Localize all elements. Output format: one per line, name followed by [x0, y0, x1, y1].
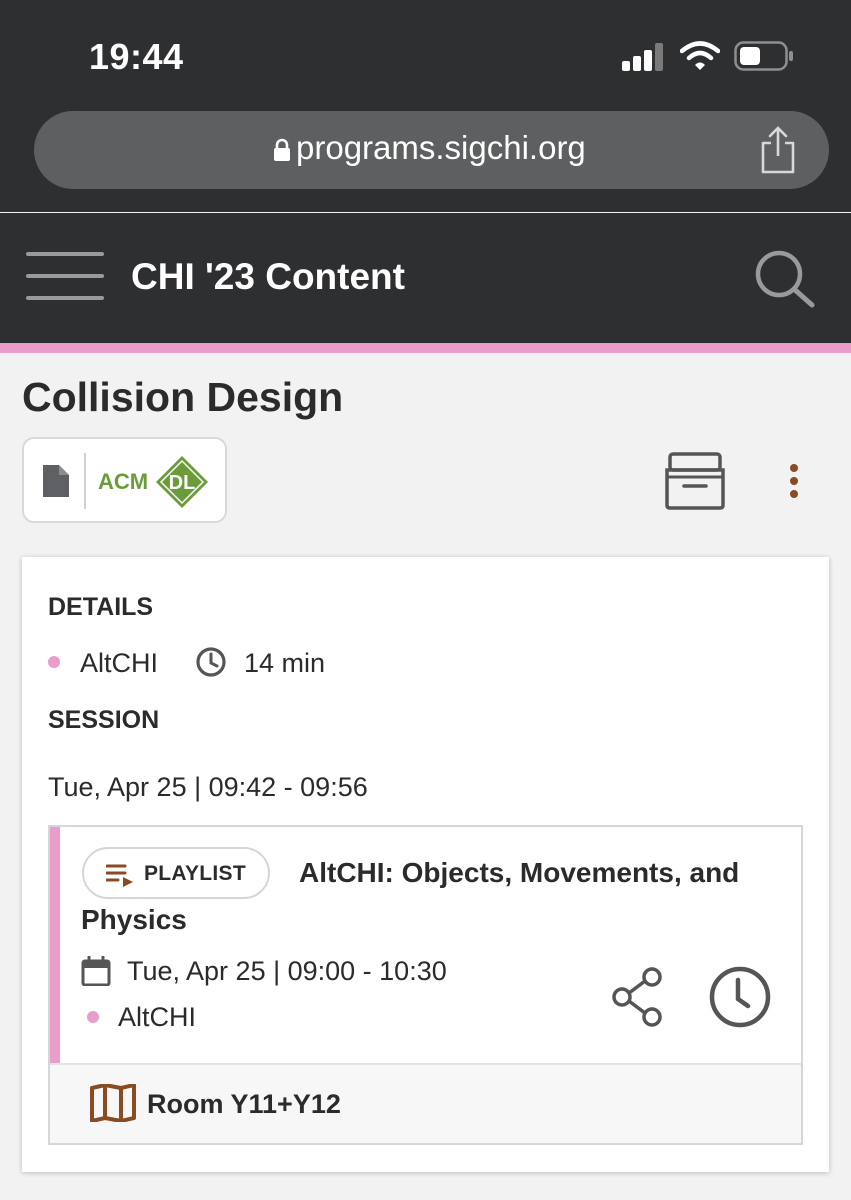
share-icon[interactable]	[758, 125, 798, 175]
session-track-dot	[87, 1011, 99, 1023]
details-heading: DETAILS	[48, 593, 154, 621]
status-time: 19:44	[89, 36, 184, 77]
track-label: AltCHI	[80, 648, 159, 678]
playlist-label: PLAYLIST	[144, 862, 246, 885]
url-bar[interactable]: programs.sigchi.org	[34, 111, 829, 189]
badge-divider	[84, 453, 86, 509]
cellular-signal-icon	[622, 43, 664, 71]
session-title-line1[interactable]: AltCHI: Objects, Movements, and	[299, 857, 739, 889]
battery-icon	[734, 41, 793, 71]
clock-icon	[196, 647, 226, 677]
session-track: AltCHI	[118, 1002, 197, 1032]
document-icon	[43, 465, 69, 497]
session-accent-bar	[50, 827, 60, 1063]
app-header	[0, 213, 851, 343]
room-bar[interactable]: Room Y11+Y12	[50, 1063, 801, 1143]
session-heading: SESSION	[48, 706, 160, 734]
map-icon	[90, 1084, 136, 1122]
duration-label: 14 min	[244, 648, 326, 678]
playlist-icon	[106, 864, 133, 887]
room-label: Room Y11+Y12	[147, 1089, 341, 1119]
playlist-badge[interactable]: PLAYLIST	[82, 847, 270, 899]
archive-icon[interactable]	[664, 450, 726, 510]
calendar-icon	[81, 956, 111, 986]
url-text[interactable]: programs.sigchi.org	[296, 129, 586, 167]
session-datetime: Tue, Apr 25 | 09:00 - 10:30	[127, 956, 447, 986]
header-accent-line	[0, 343, 851, 353]
search-icon[interactable]	[752, 248, 816, 308]
lock-icon	[274, 138, 290, 161]
wifi-icon	[680, 41, 720, 70]
session-title-line2[interactable]: Physics	[81, 904, 187, 936]
session-card[interactable]: PLAYLIST AltCHI: Objects, Movements, and…	[48, 825, 803, 1145]
hamburger-icon[interactable]	[26, 250, 104, 302]
dl-logo-icon: DL	[156, 456, 208, 508]
session-time: Tue, Apr 25 | 09:42 - 09:56	[48, 772, 368, 802]
details-card: DETAILS AltCHI 14 min SESSION Tue, Apr 2…	[22, 557, 829, 1172]
browser-chrome: 19:44 programs.sigchi.org	[0, 0, 851, 212]
dl-label: DL	[169, 472, 196, 494]
more-vertical-icon[interactable]	[780, 460, 808, 502]
page-title: Collision Design	[22, 374, 344, 420]
share-nodes-icon[interactable]	[610, 965, 666, 1029]
track-dot	[48, 656, 60, 668]
acm-label: ACM	[98, 469, 149, 494]
acm-dl-button[interactable]: ACM DL	[22, 437, 227, 523]
schedule-clock-icon[interactable]	[708, 965, 772, 1029]
app-title: CHI '23 Content	[131, 256, 405, 297]
